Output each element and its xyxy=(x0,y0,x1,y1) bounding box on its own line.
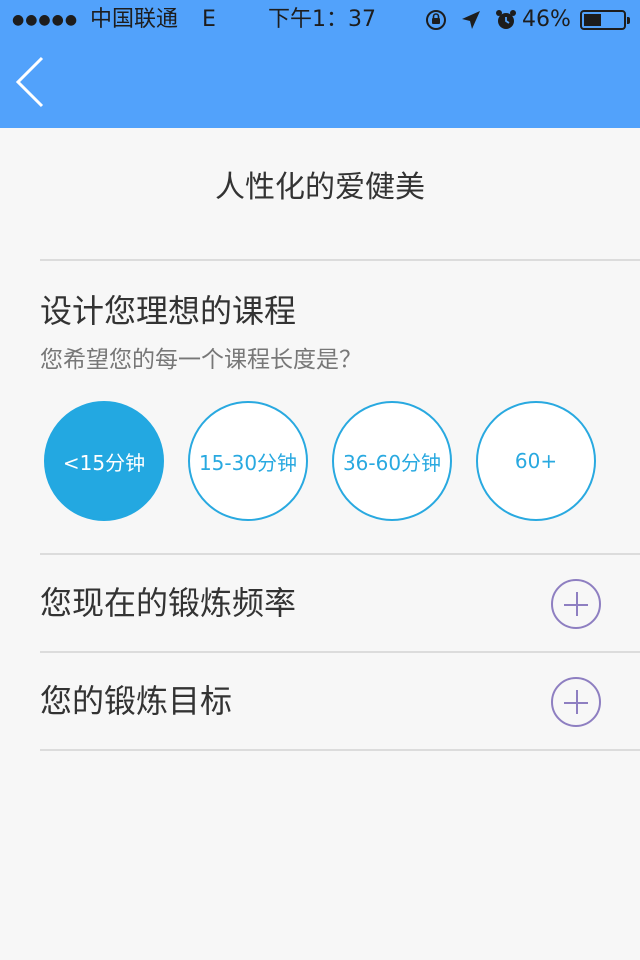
option-label: 15-30分钟 xyxy=(198,450,298,475)
add-goal-button[interactable] xyxy=(551,677,601,727)
course-length-question: 您希望您的每一个课程长度是？ xyxy=(40,347,362,373)
battery-percent: 46% xyxy=(522,7,571,32)
option-36-60-min[interactable]: 36-60分钟 xyxy=(332,401,452,521)
status-bar: ●●●●● 中国联通 E 下午1：37 46% xyxy=(0,0,640,40)
option-60-plus[interactable]: 60+ xyxy=(476,401,596,521)
course-section-heading: 设计您理想的课程 xyxy=(40,292,297,330)
divider xyxy=(40,259,640,261)
exercise-goal-label: 您的锻炼目标 xyxy=(40,682,233,720)
chevron-left-icon xyxy=(15,56,44,108)
course-length-options: <15分钟 15-30分钟 36-60分钟 60+ xyxy=(44,401,596,521)
battery-level xyxy=(584,14,601,26)
divider xyxy=(40,749,640,751)
battery-icon xyxy=(580,10,630,30)
rotation-lock-icon xyxy=(426,10,446,30)
header-bar: ●●●●● 中国联通 E 下午1：37 46% xyxy=(0,0,640,128)
add-frequency-button[interactable] xyxy=(551,579,601,629)
divider xyxy=(40,553,640,555)
back-button[interactable] xyxy=(10,52,54,112)
status-icons xyxy=(424,8,518,32)
exercise-frequency-label: 您现在的锻炼频率 xyxy=(40,584,297,622)
option-under-15-min[interactable]: <15分钟 xyxy=(44,401,164,521)
divider xyxy=(40,651,640,653)
option-label: 36-60分钟 xyxy=(342,450,442,475)
option-label: <15分钟 xyxy=(62,450,146,475)
option-label: 60+ xyxy=(514,449,558,473)
location-arrow-icon xyxy=(462,11,480,29)
page-title: 人性化的爱健美 xyxy=(215,170,425,205)
alarm-clock-icon xyxy=(496,10,516,29)
option-15-30-min[interactable]: 15-30分钟 xyxy=(188,401,308,521)
